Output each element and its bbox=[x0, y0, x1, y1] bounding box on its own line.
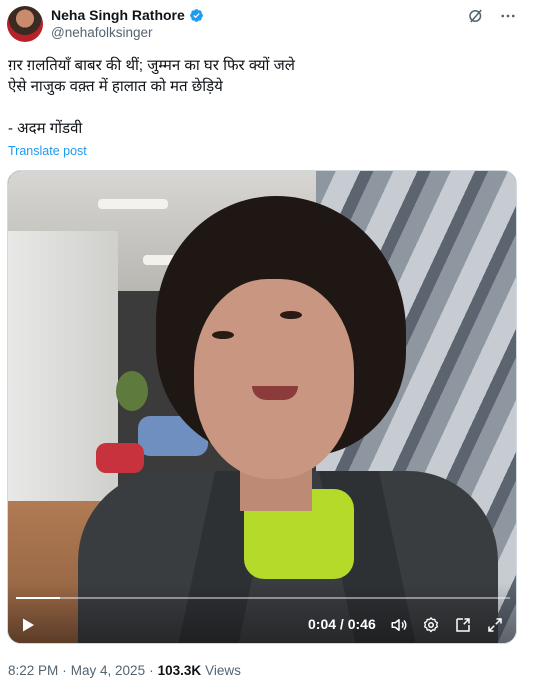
video-duration: 0:46 bbox=[347, 616, 376, 632]
picture-in-picture-icon[interactable] bbox=[454, 616, 472, 634]
meta-separator: · bbox=[62, 663, 67, 678]
author-name-row: Neha Singh Rathore bbox=[51, 7, 204, 23]
video-wall-left bbox=[8, 231, 118, 531]
video-person-eye bbox=[212, 331, 234, 339]
meta-separator: · bbox=[149, 663, 154, 678]
video-time-separator: / bbox=[339, 616, 344, 632]
post-date[interactable]: May 4, 2025 bbox=[71, 663, 145, 678]
video-controls bbox=[8, 583, 516, 643]
video-plant bbox=[116, 371, 148, 411]
post-time[interactable]: 8:22 PM bbox=[8, 663, 58, 678]
video-frame bbox=[8, 171, 516, 643]
post-text: ग़र ग़लतियाँ बाबर की थीं; जुम्मन का घर फ… bbox=[8, 57, 295, 137]
video-current-time: 0:04 bbox=[308, 616, 337, 632]
play-icon[interactable] bbox=[20, 617, 36, 633]
post-meta: 8:22 PM · May 4, 2025 · 103.3K Views bbox=[8, 663, 241, 678]
translate-post-link[interactable]: Translate post bbox=[8, 144, 87, 158]
video-person-eye bbox=[280, 311, 302, 319]
settings-icon[interactable] bbox=[422, 616, 440, 634]
grok-icon[interactable] bbox=[467, 7, 485, 25]
video-time: 0:04 / 0:46 bbox=[308, 616, 376, 632]
views-label: Views bbox=[205, 663, 241, 678]
author-display-name[interactable]: Neha Singh Rathore bbox=[51, 7, 185, 23]
ceiling-light bbox=[98, 199, 168, 209]
video-person-face bbox=[194, 279, 354, 479]
more-icon[interactable] bbox=[499, 7, 517, 25]
header-actions bbox=[467, 7, 517, 25]
author-handle[interactable]: @nehafolksinger bbox=[51, 25, 153, 40]
video-red-seat bbox=[96, 443, 144, 473]
avatar[interactable] bbox=[7, 6, 43, 42]
tweet: Neha Singh Rathore @nehafolksinger ग़र ग… bbox=[0, 0, 534, 695]
fullscreen-icon[interactable] bbox=[486, 616, 504, 634]
volume-icon[interactable] bbox=[390, 616, 408, 634]
video-progress-fill bbox=[16, 597, 61, 599]
video-progress-track[interactable] bbox=[16, 597, 510, 599]
views-count: 103.3K bbox=[157, 663, 202, 678]
video-player[interactable]: 0:04 / 0:46 bbox=[7, 170, 517, 644]
verified-badge-icon bbox=[189, 8, 203, 22]
video-person-mouth bbox=[252, 386, 298, 400]
